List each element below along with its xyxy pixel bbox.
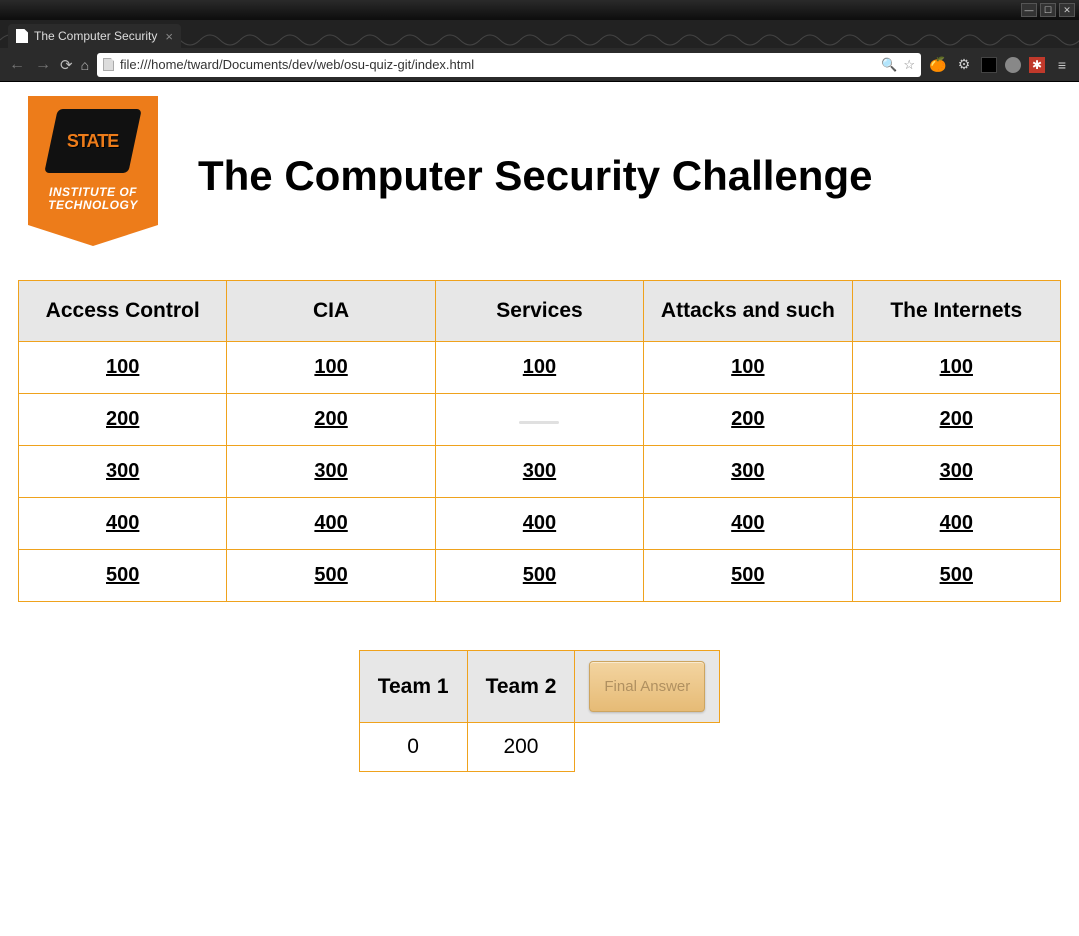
question-cell[interactable]: 200	[19, 394, 227, 446]
question-cell[interactable]: 400	[435, 498, 643, 550]
question-link[interactable]: 400	[314, 512, 347, 534]
question-link[interactable]: 100	[731, 356, 764, 378]
menu-icon[interactable]: ≡	[1053, 56, 1071, 74]
browser-toolbar: ← → ⟳ ⌂ 🔍 ☆ 🍊 ⚙ ✱ ≡	[0, 48, 1079, 82]
reload-button[interactable]: ⟳	[60, 56, 73, 74]
question-cell[interactable]: 100	[19, 342, 227, 394]
question-link[interactable]: 100	[523, 356, 556, 378]
question-cell[interactable]: 400	[19, 498, 227, 550]
question-cell[interactable]: 100	[227, 342, 435, 394]
question-cell[interactable]: 200	[644, 394, 852, 446]
logo-badge-text: STATE	[67, 131, 118, 152]
question-link[interactable]: 500	[314, 564, 347, 586]
page-title: The Computer Security Challenge	[198, 152, 1061, 200]
game-board: Access ControlCIAServicesAttacks and suc…	[18, 280, 1061, 602]
tab-close-icon[interactable]: ×	[165, 29, 173, 44]
extension-icon[interactable]: ✱	[1029, 57, 1045, 73]
question-cell[interactable]: 300	[644, 446, 852, 498]
question-link[interactable]: 300	[731, 460, 764, 482]
question-link[interactable]: 100	[940, 356, 973, 378]
question-link[interactable]: 200	[314, 408, 347, 430]
logo-subtitle-line1: INSTITUTE OF	[49, 185, 137, 199]
question-cell[interactable]: 300	[227, 446, 435, 498]
question-link[interactable]: 300	[523, 460, 556, 482]
question-link[interactable]: 500	[106, 564, 139, 586]
question-cell[interactable]: 200	[227, 394, 435, 446]
team-header: Team 1	[359, 651, 467, 723]
question-cell[interactable]: 500	[852, 550, 1060, 602]
home-button[interactable]: ⌂	[81, 57, 89, 73]
extension-icon[interactable]	[981, 57, 997, 73]
category-header: Services	[435, 281, 643, 342]
window-minimize-button[interactable]: —	[1021, 3, 1037, 17]
question-cell[interactable]: 300	[19, 446, 227, 498]
extension-icon[interactable]: 🍊	[929, 56, 947, 74]
header: STATE INSTITUTE OF TECHNOLOGY The Comput…	[18, 96, 1061, 256]
browser-tab-strip: The Computer Security ×	[0, 20, 1079, 48]
bookmark-star-icon[interactable]: ☆	[903, 57, 915, 73]
back-button[interactable]: ←	[8, 56, 26, 74]
question-cell[interactable]: 100	[644, 342, 852, 394]
question-cell[interactable]: 500	[19, 550, 227, 602]
question-link[interactable]: 500	[523, 564, 556, 586]
question-link[interactable]: 300	[106, 460, 139, 482]
address-bar[interactable]: 🔍 ☆	[97, 53, 921, 77]
question-link[interactable]: 500	[940, 564, 973, 586]
question-link[interactable]: 400	[106, 512, 139, 534]
window-close-button[interactable]: ✕	[1059, 3, 1075, 17]
question-cell[interactable]: 300	[852, 446, 1060, 498]
file-icon	[103, 58, 114, 71]
question-link[interactable]: 400	[731, 512, 764, 534]
tab-title: The Computer Security	[34, 29, 157, 43]
question-cell	[435, 394, 643, 446]
file-icon	[16, 29, 28, 43]
question-link[interactable]: 500	[731, 564, 764, 586]
score-table: Team 1Team 2 Final Answer 0200	[359, 650, 721, 772]
settings-gear-icon[interactable]: ⚙	[955, 56, 973, 74]
logo-subtitle-line2: TECHNOLOGY	[48, 198, 138, 212]
question-link[interactable]: 200	[106, 408, 139, 430]
search-icon[interactable]: 🔍	[881, 57, 897, 73]
question-cell[interactable]: 400	[852, 498, 1060, 550]
question-cell[interactable]: 500	[227, 550, 435, 602]
question-cell[interactable]: 100	[435, 342, 643, 394]
browser-tab[interactable]: The Computer Security ×	[8, 24, 181, 48]
question-link[interactable]: 100	[106, 356, 139, 378]
team-header: Team 2	[467, 651, 575, 723]
url-input[interactable]	[120, 57, 875, 72]
window-titlebar: — ☐ ✕	[0, 0, 1079, 20]
category-header: The Internets	[852, 281, 1060, 342]
category-header: CIA	[227, 281, 435, 342]
question-cell[interactable]: 500	[435, 550, 643, 602]
logo: STATE INSTITUTE OF TECHNOLOGY	[18, 96, 168, 256]
question-link[interactable]: 100	[314, 356, 347, 378]
page-content: STATE INSTITUTE OF TECHNOLOGY The Comput…	[0, 82, 1079, 936]
team-score: 200	[467, 723, 575, 772]
question-cell[interactable]: 200	[852, 394, 1060, 446]
final-answer-cell: Final Answer	[575, 651, 720, 723]
question-cell[interactable]: 300	[435, 446, 643, 498]
question-cell[interactable]: 400	[644, 498, 852, 550]
team-score: 0	[359, 723, 467, 772]
question-link[interactable]: 300	[314, 460, 347, 482]
window-maximize-button[interactable]: ☐	[1040, 3, 1056, 17]
category-header: Attacks and such	[644, 281, 852, 342]
used-marker	[519, 421, 559, 424]
question-link[interactable]: 300	[940, 460, 973, 482]
question-link[interactable]: 400	[523, 512, 556, 534]
question-link[interactable]: 200	[940, 408, 973, 430]
question-cell[interactable]: 100	[852, 342, 1060, 394]
question-cell[interactable]: 500	[644, 550, 852, 602]
question-link[interactable]: 200	[731, 408, 764, 430]
question-link[interactable]: 400	[940, 512, 973, 534]
question-cell[interactable]: 400	[227, 498, 435, 550]
extension-icon[interactable]	[1005, 57, 1021, 73]
final-answer-button[interactable]: Final Answer	[589, 661, 705, 712]
forward-button[interactable]: →	[34, 56, 52, 74]
category-header: Access Control	[19, 281, 227, 342]
